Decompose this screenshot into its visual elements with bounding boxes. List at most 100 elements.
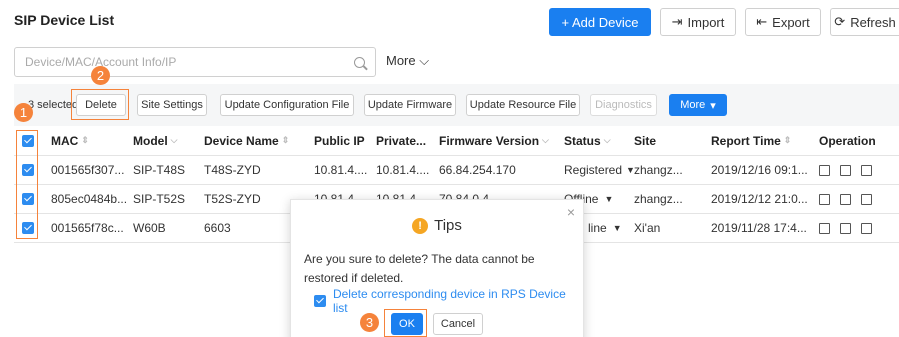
caret-down-icon: ▼ <box>612 223 622 233</box>
public-ip-cell: 10.81.4.... <box>314 163 368 177</box>
push-icon[interactable] <box>861 193 872 205</box>
column-header: Private... <box>376 126 426 155</box>
caret-down-icon: ▾ <box>710 99 716 112</box>
site-cell: zhangz... <box>634 192 683 206</box>
search-icon <box>354 56 365 68</box>
table-header-row: MAC ⇕ Model ⌵ Device Name ⇕ Public IP Priva… <box>14 126 899 156</box>
refresh-icon: ⟳ <box>834 14 846 29</box>
more-filter-label: More <box>386 53 416 68</box>
search-placeholder: Device/MAC/Account Info/IP <box>25 55 177 69</box>
refresh-label: Refresh <box>850 14 896 30</box>
caret-down-icon: ▼ <box>604 194 614 204</box>
dialog-message: Are you sure to delete? The data cannot … <box>304 252 535 285</box>
checkbox-highlight <box>16 130 38 239</box>
edit-icon[interactable] <box>840 164 851 176</box>
page-header: SIP Device List + Add Device ⇥ Import ⇤ … <box>0 0 899 40</box>
column-label: Device Name <box>204 133 279 148</box>
column-header[interactable]: Model ⌵ <box>133 126 178 155</box>
device-name-cell: 6603 <box>204 221 231 235</box>
site-cell: zhangz... <box>634 163 683 177</box>
add-device-button[interactable]: + Add Device <box>549 8 651 36</box>
column-label: Site <box>634 133 657 148</box>
search-input[interactable]: Device/MAC/Account Info/IP <box>14 47 376 77</box>
edit-icon[interactable] <box>840 222 851 234</box>
column-label: Model <box>133 133 168 148</box>
checkbox-checked-icon <box>314 295 326 307</box>
column-header[interactable]: MAC ⇕ <box>51 126 89 155</box>
delete-rps-label: Delete corresponding device in RPS Devic… <box>332 287 566 315</box>
step-marker: 1 <box>14 103 33 122</box>
export-icon: ⇤ <box>756 14 768 29</box>
column-label: Firmware Version <box>439 133 540 148</box>
export-label: Export <box>772 14 810 30</box>
update-firmware-button[interactable]: Update Firmware <box>364 94 456 116</box>
dialog-title-text: Tips <box>434 217 462 234</box>
private-ip-cell: 10.81.4.... <box>376 163 430 177</box>
operation-cell <box>819 185 882 213</box>
column-label: MAC <box>51 133 79 148</box>
warning-icon: ! <box>412 217 429 234</box>
report-time-cell: 2019/11/28 17:4... <box>711 221 807 235</box>
chevron-down-icon: ⌵ <box>170 135 178 145</box>
operation-cell <box>819 156 882 184</box>
details-icon[interactable] <box>819 193 830 205</box>
chevron-down-icon: ⌵ <box>542 135 549 145</box>
delete-highlight <box>71 89 129 120</box>
page-title: SIP Device List <box>14 12 115 28</box>
device-name-cell: T48S-ZYD <box>204 163 261 177</box>
column-label: Report Time <box>711 133 781 148</box>
export-button[interactable]: ⇤ Export <box>745 8 821 36</box>
column-header: Operation <box>819 126 876 155</box>
column-label: Private... <box>376 133 427 148</box>
table-row[interactable]: 001565f307... SIP-T48S T48S-ZYD 10.81.4.… <box>14 156 899 185</box>
dialog-title: ! Tips <box>291 217 583 234</box>
column-header[interactable]: Status ⌵ <box>564 126 611 155</box>
mac-cell: 001565f78c... <box>51 221 124 235</box>
step-marker: 2 <box>91 66 110 85</box>
site-settings-button[interactable]: Site Settings <box>137 94 207 116</box>
delete-confirm-dialog: × ! Tips Are you sure to delete? The dat… <box>290 199 584 337</box>
chevron-down-icon: ⌵ <box>603 135 611 145</box>
import-icon: ⇥ <box>671 14 683 29</box>
mac-cell: 001565f307... <box>51 163 125 177</box>
sort-icon: ⇕ <box>783 135 792 145</box>
import-label: Import <box>687 14 725 30</box>
sort-icon: ⇕ <box>81 135 89 145</box>
more-actions-button[interactable]: More ▾ <box>669 94 727 116</box>
update-resource-button[interactable]: Update Resource File <box>466 94 580 116</box>
status-label: line <box>588 221 607 235</box>
step-marker: 3 <box>360 313 379 332</box>
push-icon[interactable] <box>861 222 872 234</box>
column-header[interactable]: Device Name ⇕ <box>204 126 289 155</box>
firmware-cell: 66.84.254.170 <box>439 163 516 177</box>
column-header: Site <box>634 126 656 155</box>
column-label: Operation <box>819 133 876 148</box>
site-cell: Xi'an <box>634 221 661 235</box>
column-header: Public IP <box>314 126 365 155</box>
update-config-button[interactable]: Update Configuration File <box>220 94 354 116</box>
status-cell[interactable]: line ▼ <box>588 214 622 242</box>
more-filter-link[interactable]: More ⌵ <box>386 53 429 69</box>
report-time-cell: 2019/12/16 09:1... <box>711 163 808 177</box>
column-header[interactable]: Report Time ⇕ <box>711 126 791 155</box>
cancel-button[interactable]: Cancel <box>433 313 483 335</box>
import-button[interactable]: ⇥ Import <box>660 8 736 36</box>
mac-cell: 805ec0484b... <box>51 192 128 206</box>
status-cell[interactable]: Registered ▼ <box>564 156 635 184</box>
delete-rps-checkbox[interactable]: Delete corresponding device in RPS Devic… <box>314 287 583 315</box>
model-cell: SIP-T48S <box>133 163 186 177</box>
report-time-cell: 2019/12/12 21:0... <box>711 192 808 206</box>
chevron-down-icon: ⌵ <box>419 53 430 68</box>
push-icon[interactable] <box>861 164 872 176</box>
column-header[interactable]: Firmware Version ⌵ <box>439 126 549 155</box>
operation-cell <box>819 214 882 242</box>
refresh-button[interactable]: ⟳ Refresh <box>830 8 899 36</box>
device-name-cell: T52S-ZYD <box>204 192 261 206</box>
model-cell: W60B <box>133 221 166 235</box>
sort-icon: ⇕ <box>281 135 290 145</box>
details-icon[interactable] <box>819 164 830 176</box>
edit-icon[interactable] <box>840 193 851 205</box>
diagnostics-button[interactable]: Diagnostics <box>590 94 657 116</box>
model-cell: SIP-T52S <box>133 192 186 206</box>
details-icon[interactable] <box>819 222 830 234</box>
